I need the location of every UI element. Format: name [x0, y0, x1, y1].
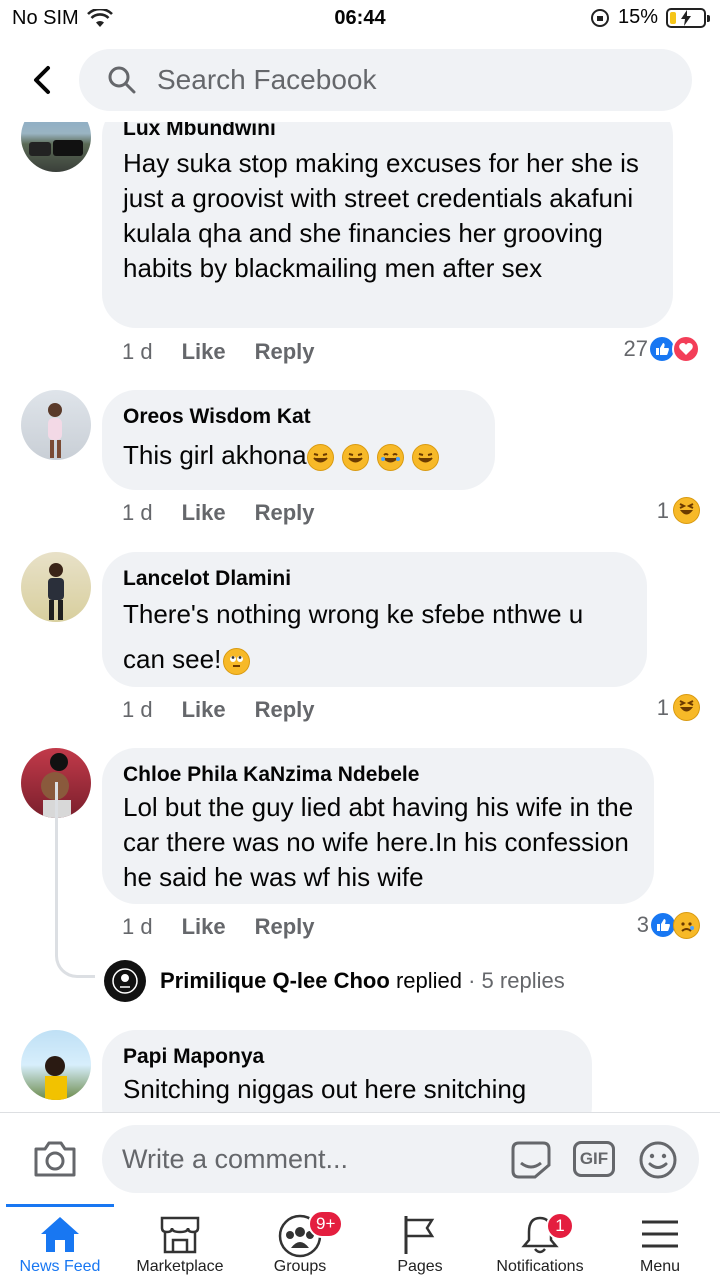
comment-bubble[interactable]: Oreos Wisdom Kat This girl akhona — [102, 390, 495, 490]
reply-button[interactable]: Reply — [255, 339, 315, 365]
tab-label: Menu — [639, 1258, 681, 1275]
reaction-summary[interactable]: 27 — [624, 335, 700, 363]
tab-label: Marketplace — [136, 1258, 224, 1275]
comment-text: Snitching niggas out here snitching — [123, 1074, 527, 1104]
battery-percent: 15% — [617, 6, 658, 28]
comment-bubble[interactable]: Lancelot Dlamini There's nothing wrong k… — [102, 552, 647, 687]
reply-count[interactable]: · 5 replies — [468, 968, 565, 993]
reply-avatar[interactable] — [104, 960, 146, 1002]
comment-author[interactable]: Lancelot Dlamini — [123, 566, 627, 592]
battery-icon — [666, 7, 710, 28]
comment-author[interactable]: Oreos Wisdom Kat — [123, 404, 475, 430]
comment-actions: 1 d Like Reply — [122, 339, 315, 365]
reply-preview[interactable]: Primilique Q-lee Choo replied · 5 replie… — [104, 960, 565, 1002]
avatar[interactable] — [21, 390, 91, 460]
comment-text: There's nothing wrong ke sfebe nthwe u c… — [123, 599, 584, 674]
comment-text: This girl akhona — [123, 440, 307, 470]
comment-bubble[interactable]: Papi Maponya Snitching niggas out here s… — [102, 1030, 592, 1112]
comment-composer: Write a comment... GIF — [0, 1112, 720, 1204]
reaction-summary[interactable]: 1 — [657, 497, 700, 524]
comment-time: 1 d — [122, 697, 153, 722]
marketplace-icon — [160, 1216, 200, 1254]
camera-icon[interactable] — [32, 1139, 78, 1179]
tab-groups[interactable]: 9+ Groups — [240, 1204, 360, 1280]
club-crest-icon — [112, 968, 138, 994]
comment-time: 1 d — [122, 339, 153, 364]
comment-time: 1 d — [122, 914, 153, 939]
comment-author[interactable]: Papi Maponya — [123, 1044, 572, 1070]
like-button[interactable]: Like — [182, 339, 226, 365]
reply-action-text: replied — [395, 968, 462, 993]
comment-bubble[interactable]: Chloe Phila KaNzima Ndebele Lol but the … — [102, 748, 654, 904]
reaction-count: 3 — [636, 912, 649, 937]
like-button[interactable]: Like — [182, 697, 226, 723]
gif-button[interactable]: GIF — [573, 1141, 615, 1177]
home-icon — [41, 1217, 79, 1252]
haha-reaction-icon — [673, 497, 700, 524]
reply-button[interactable]: Reply — [255, 500, 315, 526]
groups-badge: 9+ — [308, 1210, 344, 1238]
comment-actions: 1 d Like Reply — [122, 914, 315, 940]
comment-actions: 1 d Like Reply — [122, 697, 315, 723]
reply-author[interactable]: Primilique Q-lee Choo — [160, 968, 390, 993]
comment-time: 1 d — [122, 500, 153, 525]
like-button[interactable]: Like — [182, 914, 226, 940]
rofl-emoji-icon — [411, 443, 439, 471]
sticker-icon[interactable] — [509, 1139, 553, 1181]
sad-reaction-icon — [673, 911, 700, 939]
tears-of-joy-emoji-icon — [376, 443, 404, 471]
reaction-summary[interactable]: 1 — [657, 694, 700, 721]
comment-text: Hay suka stop making excuses for her she… — [123, 148, 639, 283]
header: Search Facebook — [0, 40, 720, 122]
search-icon — [108, 66, 136, 94]
like-button[interactable]: Like — [182, 500, 226, 526]
comment-text: Lol but the guy lied abt having his wife… — [123, 792, 634, 892]
hamburger-menu-icon — [642, 1220, 678, 1248]
love-reaction-icon — [672, 335, 700, 363]
comment-author[interactable]: Chloe Phila KaNzima Ndebele — [123, 762, 634, 788]
avatar[interactable] — [21, 1030, 91, 1100]
haha-reaction-icon — [673, 694, 700, 721]
avatar[interactable] — [21, 122, 91, 172]
reply-button[interactable]: Reply — [255, 697, 315, 723]
comment-input-placeholder: Write a comment... — [122, 1143, 349, 1174]
gif-label: GIF — [579, 1149, 609, 1168]
rofl-emoji-icon — [341, 443, 369, 471]
eye-roll-emoji-icon — [223, 647, 251, 675]
tab-news-feed[interactable]: News Feed — [0, 1204, 120, 1280]
search-placeholder: Search Facebook — [157, 64, 377, 95]
avatar[interactable] — [21, 552, 91, 622]
notifications-badge: 1 — [546, 1212, 574, 1240]
rofl-emoji-icon — [306, 443, 334, 471]
tab-menu[interactable]: Menu — [600, 1204, 720, 1280]
comments-list[interactable]: Lux Mbundwini Hay suka stop making excus… — [0, 122, 720, 1112]
status-bar: No SIM 06:44 15% — [0, 0, 720, 40]
reaction-count: 1 — [656, 694, 669, 720]
comment-bubble[interactable]: Lux Mbundwini Hay suka stop making excus… — [102, 122, 673, 328]
tab-label: Groups — [273, 1258, 327, 1275]
tab-label: News Feed — [19, 1258, 101, 1275]
search-input[interactable]: Search Facebook — [79, 49, 692, 111]
reply-button[interactable]: Reply — [255, 914, 315, 940]
bottom-tab-bar: News Feed Marketplace 9+ Groups Pages 1 … — [0, 1204, 720, 1280]
flag-icon — [404, 1216, 435, 1254]
orientation-lock-icon — [590, 8, 609, 27]
tab-label: Pages — [397, 1258, 443, 1275]
emoji-icon[interactable] — [637, 1139, 679, 1181]
reaction-summary[interactable]: 3 — [637, 911, 700, 939]
thread-line — [55, 782, 95, 978]
tab-label: Notifications — [496, 1258, 584, 1275]
tab-pages[interactable]: Pages — [360, 1204, 480, 1280]
reaction-count: 1 — [656, 497, 669, 523]
back-arrow-icon[interactable] — [24, 62, 60, 98]
comment-author[interactable]: Lux Mbundwini — [123, 122, 653, 142]
comment-actions: 1 d Like Reply — [122, 500, 315, 526]
reaction-count: 27 — [623, 336, 648, 361]
tab-marketplace[interactable]: Marketplace — [120, 1204, 240, 1280]
tab-notifications[interactable]: 1 Notifications — [480, 1204, 600, 1280]
